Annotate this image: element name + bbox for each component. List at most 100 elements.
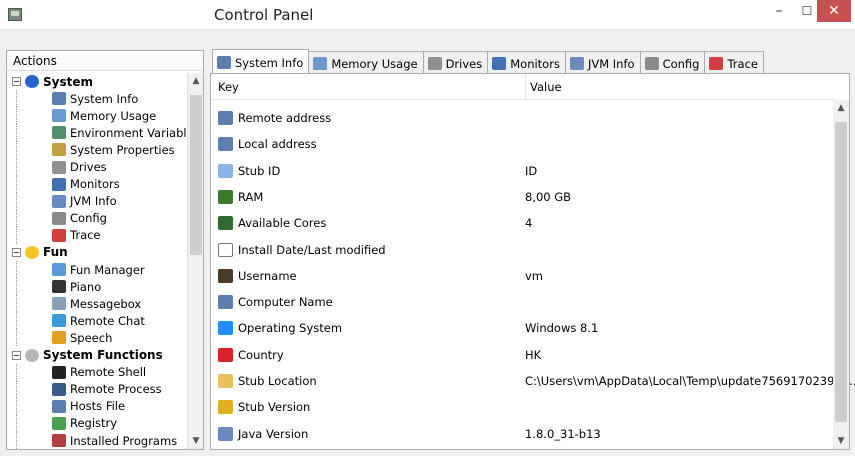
tab-label: Config	[662, 56, 700, 71]
computer-icon	[218, 111, 233, 125]
item-icon	[52, 297, 66, 311]
table-row[interactable]: Java Version 1.8.0_31-b13	[211, 421, 835, 447]
tab-label: Trace	[727, 56, 758, 71]
tree-guide	[16, 363, 52, 381]
scroll-down-icon[interactable]: ▼	[188, 433, 204, 449]
tree-group-system[interactable]: − System	[7, 73, 187, 90]
scroll-down-icon[interactable]: ▼	[833, 433, 849, 449]
sidebar-item-remote-shell[interactable]: Remote Shell	[7, 363, 187, 381]
tab-system-info[interactable]: System Info	[212, 49, 310, 73]
tree-group-fun[interactable]: − Fun	[7, 244, 187, 261]
sidebar-item-remote-chat[interactable]: Remote Chat	[7, 312, 187, 330]
tree-group-system-functions[interactable]: − System Functions	[7, 347, 187, 364]
sidebar-scrollbar[interactable]: ▲ ▼	[187, 73, 203, 449]
cpu-icon	[218, 216, 233, 231]
tab-memory-usage[interactable]: Memory Usage	[308, 51, 424, 73]
window-title: Control Panel	[214, 6, 314, 24]
tab-monitors[interactable]: Monitors	[487, 51, 566, 73]
row-value: vm	[525, 268, 544, 283]
sidebar-item-label: Hosts File	[70, 399, 126, 414]
table-row[interactable]: RAM 8,00 GB	[211, 184, 835, 210]
table-row[interactable]: Available Cores 4	[211, 210, 835, 236]
sidebar-item-drives[interactable]: Drives	[7, 158, 187, 176]
sidebar-item-trace[interactable]: Trace	[7, 226, 187, 244]
sidebar-item-system-info[interactable]: System Info	[7, 90, 187, 108]
tab-trace[interactable]: Trace	[704, 51, 764, 73]
sidebar-item-jvm-info[interactable]: JVM Info	[7, 192, 187, 210]
table-row[interactable]: Install Date/Last modified	[211, 237, 835, 263]
sidebar-item-label: Speech	[70, 330, 113, 345]
table-row[interactable]: Stub Location C:\Users\vm\AppData\Local\T…	[211, 368, 855, 394]
user-icon	[218, 268, 233, 283]
table-row[interactable]: Computer Name	[211, 289, 835, 315]
system-info-panel: Key Value Remote address Local address Stu…	[210, 73, 855, 450]
table-scrollbar[interactable]: ▲ ▼	[833, 100, 849, 449]
sidebar-item-piano[interactable]: Piano	[7, 278, 187, 296]
sidebar-item-remote-process[interactable]: Remote Process	[7, 380, 187, 398]
row-key: Computer Name	[238, 295, 333, 310]
column-key-header[interactable]: Key	[218, 80, 239, 94]
sidebar-item-registry[interactable]: Registry	[7, 414, 187, 432]
title-bar: Control Panel – ☐ ✕	[0, 0, 855, 30]
table-row[interactable]: Country HK	[211, 342, 835, 368]
sidebar-item-label: Installed Programs	[70, 433, 178, 448]
tree-guide	[16, 209, 52, 227]
gear-icon	[25, 348, 39, 362]
tree-guide	[16, 312, 52, 330]
tab-jvm-info[interactable]: JVM Info	[564, 51, 641, 73]
sidebar-item-label: Remote Chat	[70, 313, 145, 328]
item-icon	[52, 314, 66, 328]
tab-label: Memory Usage	[331, 56, 418, 71]
sidebar-item-label: Config	[70, 211, 107, 226]
table-row[interactable]: Username vm	[211, 263, 835, 289]
sidebar-item-fun-manager[interactable]: Fun Manager	[7, 261, 187, 279]
collapse-icon[interactable]: −	[12, 247, 21, 257]
sidebar-item-messagebox[interactable]: Messagebox	[7, 295, 187, 313]
sidebar-scroll-thumb[interactable]	[190, 95, 202, 255]
tab-strip: System Info Memory Usage Drives Monitors JVM…	[212, 49, 764, 73]
collapse-icon[interactable]: −	[12, 350, 21, 360]
sidebar-item-speech[interactable]: Speech	[7, 329, 187, 347]
row-value: ID	[525, 163, 538, 178]
scroll-up-icon[interactable]: ▲	[833, 100, 849, 116]
sidebar-item-label: Piano	[70, 279, 102, 294]
sidebar-item-config[interactable]: Config	[7, 209, 187, 227]
tree-guide	[16, 158, 52, 176]
tree-guide	[16, 414, 52, 432]
info-icon	[25, 75, 39, 89]
table-row[interactable]: Local address	[211, 131, 835, 157]
sidebar-item-monitors[interactable]: Monitors	[7, 175, 187, 193]
table-row[interactable]: Operating System Windows 8.1	[211, 315, 835, 341]
item-icon	[52, 280, 66, 294]
java-icon	[569, 57, 584, 70]
table-row[interactable]: Stub ID ID	[211, 158, 835, 184]
tab-config[interactable]: Config	[639, 51, 706, 73]
id-card-icon	[218, 163, 233, 178]
column-value-header[interactable]: Value	[525, 73, 562, 100]
minimize-button[interactable]: –	[764, 0, 794, 22]
computer-icon	[52, 92, 66, 106]
sidebar-item-label: Memory Usage	[70, 108, 157, 123]
sidebar-item-system-properties[interactable]: System Properties	[7, 141, 187, 159]
sidebar-item-label: Fun Manager	[70, 262, 145, 277]
tree-guide	[16, 226, 52, 244]
table-row[interactable]: Stub Version	[211, 394, 835, 420]
sidebar-item-label: Environment Variable	[70, 125, 187, 140]
sidebar-item-hosts-file[interactable]: Hosts File	[7, 397, 187, 415]
tree-guide	[16, 380, 52, 398]
sidebar-item-label: Monitors	[70, 177, 120, 192]
row-value: 1.8.0_31-b13	[525, 426, 601, 441]
tree-guide	[16, 278, 52, 296]
scroll-up-icon[interactable]: ▲	[188, 73, 204, 89]
collapse-icon[interactable]: −	[12, 77, 21, 87]
table-scroll-thumb[interactable]	[835, 122, 847, 422]
sidebar-item-memory-usage[interactable]: Memory Usage	[7, 107, 187, 125]
close-button[interactable]: ✕	[817, 0, 851, 22]
row-key: Country	[238, 347, 284, 362]
sidebar-item-installed-programs[interactable]: Installed Programs	[7, 432, 187, 449]
actions-header: Actions	[7, 51, 203, 71]
sidebar-item-environment-variable[interactable]: Environment Variable	[7, 124, 187, 142]
item-icon	[52, 434, 66, 448]
table-row[interactable]: Remote address	[211, 105, 835, 131]
tab-drives[interactable]: Drives	[422, 51, 489, 73]
